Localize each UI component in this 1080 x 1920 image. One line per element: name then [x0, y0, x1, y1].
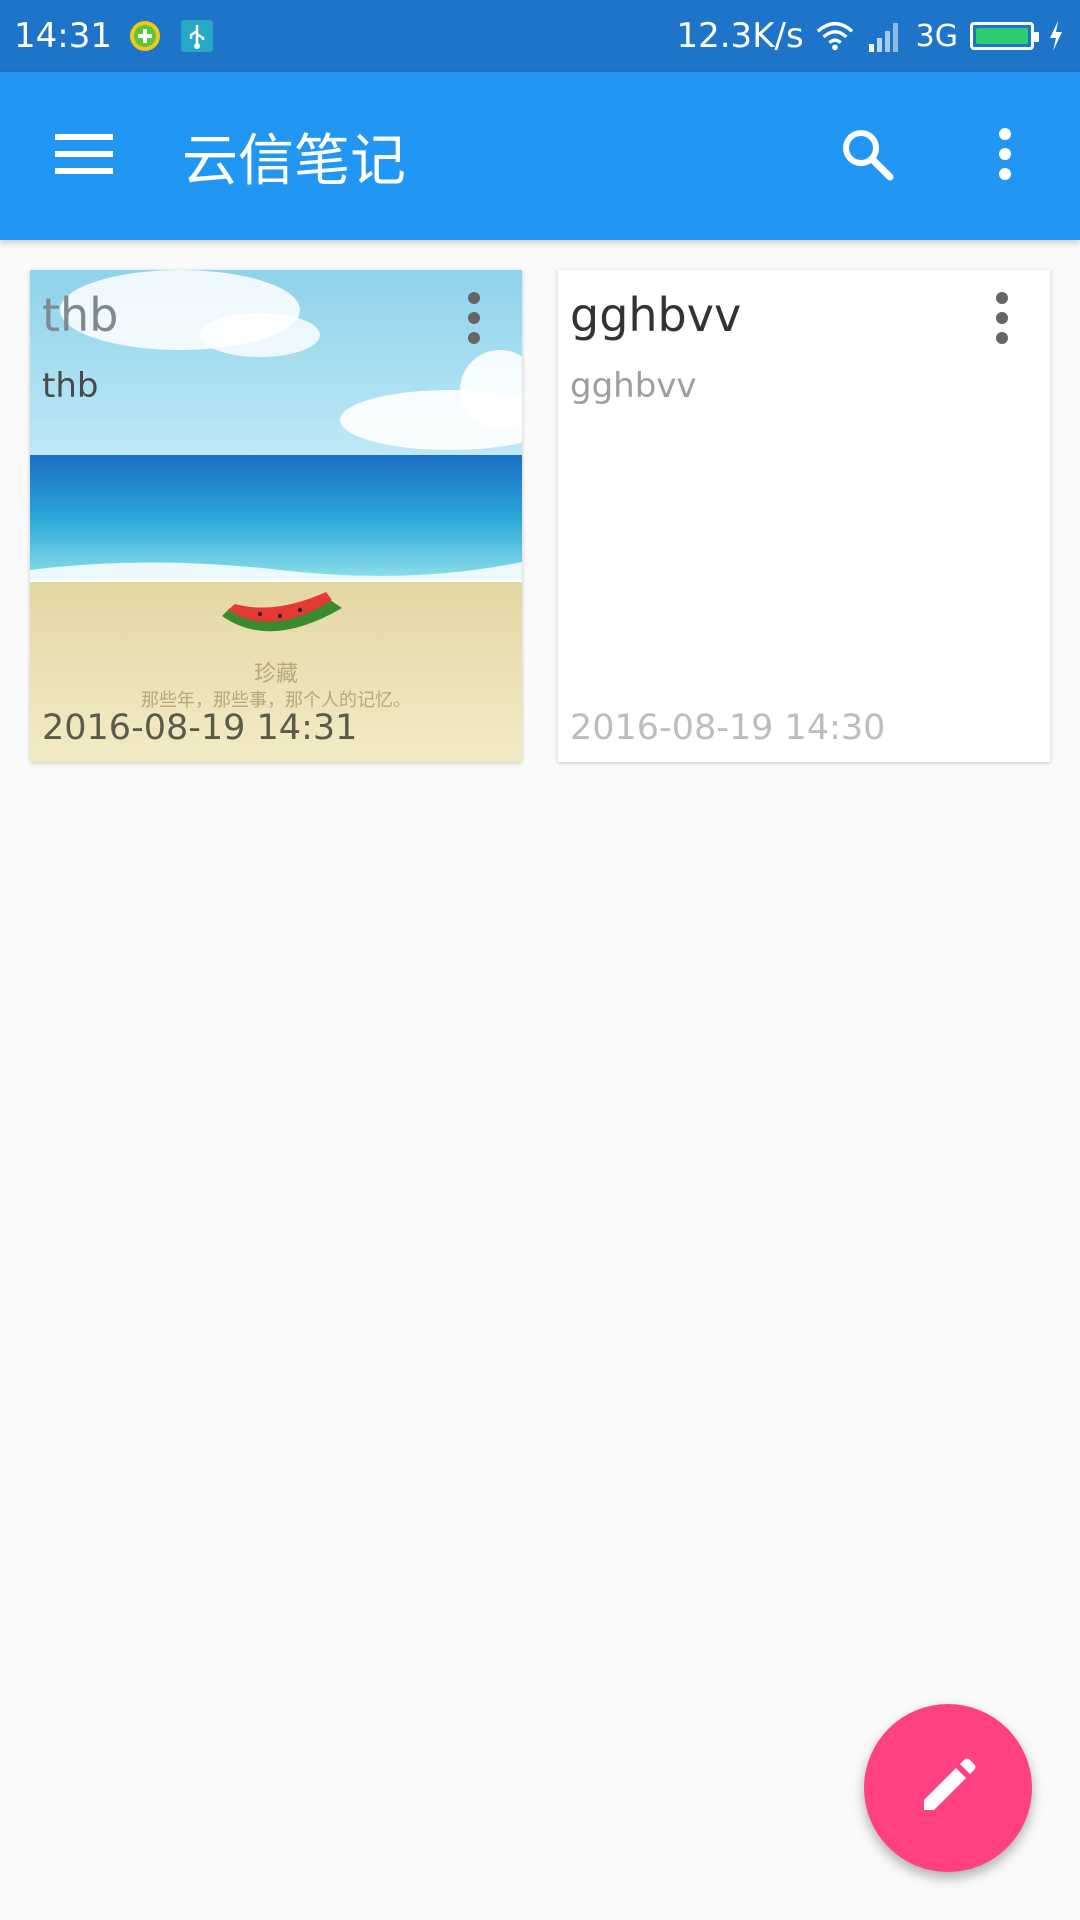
status-time: 14:31	[14, 16, 112, 56]
app-bar: 云信笔记	[0, 72, 1080, 240]
more-vert-icon	[995, 292, 1009, 348]
note-title: thb	[42, 288, 119, 342]
status-bar: 14:31 12.3K/s 3G	[0, 0, 1080, 72]
usb-icon	[178, 17, 216, 55]
note-body: gghbvv	[570, 366, 697, 406]
status-left: 14:31	[14, 16, 216, 56]
app-actions	[812, 101, 1060, 211]
status-right: 12.3K/s 3G	[676, 16, 1066, 56]
note-date: 2016-08-19 14:30	[570, 708, 886, 748]
menu-icon	[55, 134, 113, 178]
network-type: 3G	[915, 18, 958, 54]
note-date: 2016-08-19 14:31	[42, 708, 358, 748]
notes-grid: 珍藏 那些年，那些事，那个人的记忆。 thb thb 2016-08-19 14…	[30, 270, 1050, 762]
note-card[interactable]: gghbvv gghbvv 2016-08-19 14:30	[558, 270, 1050, 762]
new-note-fab[interactable]	[864, 1704, 1032, 1872]
note-title: gghbvv	[570, 288, 742, 342]
wifi-icon	[816, 17, 854, 55]
net-speed: 12.3K/s	[676, 16, 804, 56]
battery-fill	[976, 28, 1028, 44]
search-button[interactable]	[812, 101, 922, 211]
signal-icon	[866, 17, 904, 55]
charging-icon	[1046, 17, 1066, 55]
edit-pencil-icon	[918, 1756, 978, 1820]
note-more-button[interactable]	[454, 290, 494, 350]
more-options-button[interactable]	[950, 101, 1060, 211]
app-title: 云信笔记	[182, 128, 406, 194]
note-more-button[interactable]	[982, 290, 1022, 350]
app-notification-icon	[126, 17, 164, 55]
image-caption-title: 珍藏	[253, 662, 298, 687]
more-vert-icon	[997, 128, 1013, 184]
note-body: thb	[42, 366, 99, 406]
note-card[interactable]: 珍藏 那些年，那些事，那个人的记忆。 thb thb 2016-08-19 14…	[30, 270, 522, 762]
search-icon	[839, 126, 895, 186]
menu-button[interactable]	[34, 106, 134, 206]
battery-icon	[970, 22, 1039, 50]
more-vert-icon	[467, 292, 481, 348]
